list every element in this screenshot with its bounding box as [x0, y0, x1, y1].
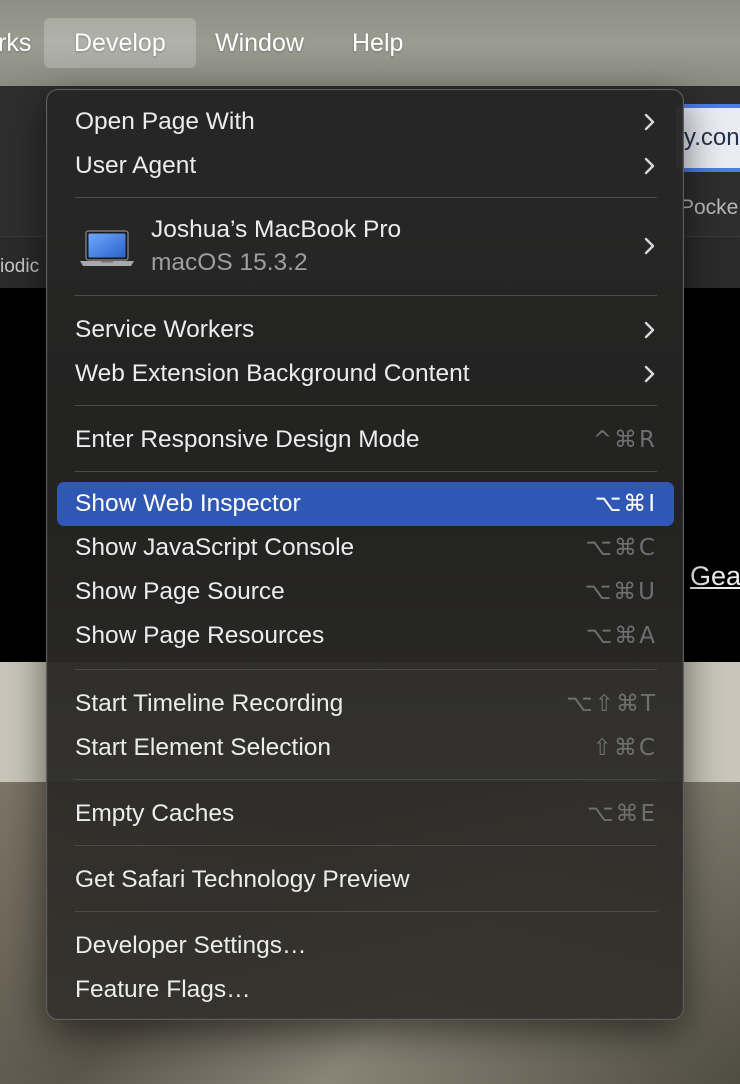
menu-item-label: Show Page Resources	[75, 622, 325, 649]
develop-menu: Open Page With User Agent Joshua’s MacBo…	[46, 89, 684, 1020]
address-bar-text: y.con	[684, 124, 740, 151]
menu-item-label: Web Extension Background Content	[75, 360, 470, 387]
keyboard-shortcut: ⌥⌘E	[586, 801, 657, 827]
keyboard-shortcut: ^⌘R	[592, 427, 657, 453]
device-name: Joshua’s MacBook Pro	[151, 216, 402, 243]
menu-item-label: Enter Responsive Design Mode	[75, 426, 420, 453]
device-os-version: macOS 15.3.2	[151, 249, 308, 276]
chevron-right-icon	[644, 113, 655, 131]
menu-item-open-page-with[interactable]: Open Page With	[47, 100, 683, 144]
menu-item-label: Show Web Inspector	[75, 490, 301, 517]
menu-item-label: Service Workers	[75, 316, 255, 343]
keyboard-shortcut: ⇧⌘C	[592, 735, 657, 761]
laptop-icon	[80, 230, 134, 266]
menu-item-label: Empty Caches	[75, 800, 235, 827]
menu-item-user-agent[interactable]: User Agent	[47, 144, 683, 188]
keyboard-shortcut: ⌥⌘I	[594, 491, 657, 517]
menu-separator	[75, 197, 657, 198]
chevron-right-icon	[644, 237, 655, 255]
menu-item-web-extension-background[interactable]: Web Extension Background Content	[47, 352, 683, 396]
menu-item-developer-settings[interactable]: Developer Settings…	[47, 924, 683, 968]
menu-item-responsive-design-mode[interactable]: Enter Responsive Design Mode ^⌘R	[47, 418, 683, 462]
menu-bar: rks Develop Window Help	[0, 0, 740, 87]
keyboard-shortcut: ⌥⌘U	[584, 579, 657, 605]
menu-item-feature-flags[interactable]: Feature Flags…	[47, 968, 683, 1012]
menu-item-get-safari-technology-preview[interactable]: Get Safari Technology Preview	[47, 858, 683, 902]
menu-item-service-workers[interactable]: Service Workers	[47, 308, 683, 352]
menu-item-show-page-resources[interactable]: Show Page Resources ⌥⌘A	[47, 614, 683, 658]
menu-item-label: User Agent	[75, 152, 197, 179]
menu-item-device[interactable]: Joshua’s MacBook Pro macOS 15.3.2	[47, 208, 683, 286]
menu-item-label: Show JavaScript Console	[75, 534, 355, 561]
menu-separator	[75, 405, 657, 406]
chevron-right-icon	[644, 365, 655, 383]
menu-item-label: Start Element Selection	[75, 734, 332, 761]
menu-item-start-element-selection[interactable]: Start Element Selection ⇧⌘C	[47, 726, 683, 770]
menu-item-show-javascript-console[interactable]: Show JavaScript Console ⌥⌘C	[47, 526, 683, 570]
menu-item-label: Get Safari Technology Preview	[75, 866, 410, 893]
toolbar-label-pocket[interactable]: Pocke	[680, 196, 738, 220]
menu-separator	[75, 471, 657, 472]
menubar-item-develop[interactable]: Develop	[44, 18, 196, 68]
menu-item-label: Start Timeline Recording	[75, 690, 344, 717]
menu-separator	[75, 669, 657, 670]
menu-item-start-timeline-recording[interactable]: Start Timeline Recording ⌥⇧⌘T	[47, 682, 683, 726]
menu-separator	[75, 911, 657, 912]
keyboard-shortcut: ⌥⌘C	[585, 535, 657, 561]
menu-item-label: Feature Flags…	[75, 976, 251, 1003]
menu-item-label: Show Page Source	[75, 578, 285, 605]
keyboard-shortcut: ⌥⌘A	[585, 623, 657, 649]
page-link[interactable]: Gea	[690, 561, 740, 592]
menubar-item-help[interactable]: Help	[352, 18, 403, 68]
menu-item-empty-caches[interactable]: Empty Caches ⌥⌘E	[47, 792, 683, 836]
menu-item-label: Developer Settings…	[75, 932, 307, 959]
keyboard-shortcut: ⌥⇧⌘T	[566, 691, 657, 717]
chevron-right-icon	[644, 321, 655, 339]
menubar-item-window[interactable]: Window	[215, 18, 304, 68]
menu-item-show-page-source[interactable]: Show Page Source ⌥⌘U	[47, 570, 683, 614]
menu-separator	[75, 295, 657, 296]
menu-item-show-web-inspector[interactable]: Show Web Inspector ⌥⌘I	[47, 482, 683, 526]
menubar-item-bookmarks[interactable]: rks	[0, 18, 31, 68]
tab-title[interactable]: iodic	[0, 256, 39, 278]
menu-separator	[75, 779, 657, 780]
chevron-right-icon	[644, 157, 655, 175]
menu-separator	[75, 845, 657, 846]
menu-item-label: Open Page With	[75, 108, 255, 135]
